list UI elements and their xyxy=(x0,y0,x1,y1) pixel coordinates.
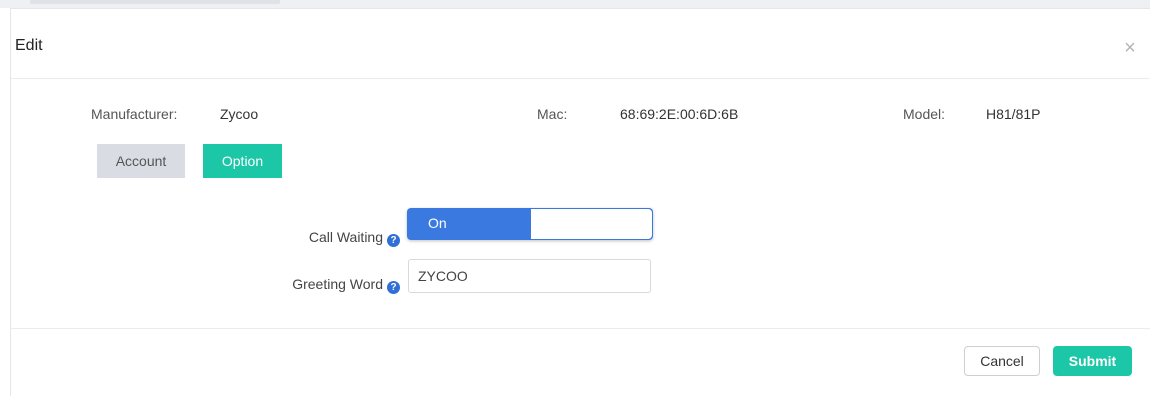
call-waiting-label: Call Waiting xyxy=(308,229,383,245)
submit-button[interactable]: Submit xyxy=(1053,346,1132,376)
greeting-word-label: Greeting Word xyxy=(292,276,383,292)
question-circle-icon[interactable]: ? xyxy=(387,234,400,247)
close-icon[interactable]: × xyxy=(1119,37,1141,59)
greeting-word-input[interactable] xyxy=(408,259,651,293)
background-faint-text xyxy=(30,0,280,4)
question-circle-icon[interactable]: ? xyxy=(387,281,400,294)
cancel-button[interactable]: Cancel xyxy=(964,346,1040,376)
modal-title: Edit xyxy=(15,37,43,54)
mac-label: Mac: xyxy=(537,106,568,122)
model-label: Model: xyxy=(903,106,946,122)
toggle-on-label: On xyxy=(428,215,447,231)
modal-header: Edit × xyxy=(11,9,1150,79)
greeting-word-label-row: Greeting Word? xyxy=(260,276,400,294)
toggle-knob xyxy=(531,209,652,239)
tab-option[interactable]: Option xyxy=(203,144,282,178)
call-waiting-label-row: Call Waiting? xyxy=(280,229,400,247)
background-page-strip xyxy=(0,0,1150,8)
tab-account[interactable]: Account xyxy=(97,144,185,178)
manufacturer-label: Manufacturer: xyxy=(91,106,178,122)
model-value: H81/81P xyxy=(986,106,1041,122)
manufacturer-value: Zycoo xyxy=(220,106,259,122)
mac-value: 68:69:2E:00:6D:6B xyxy=(620,106,739,122)
call-waiting-toggle[interactable]: On xyxy=(407,208,653,240)
